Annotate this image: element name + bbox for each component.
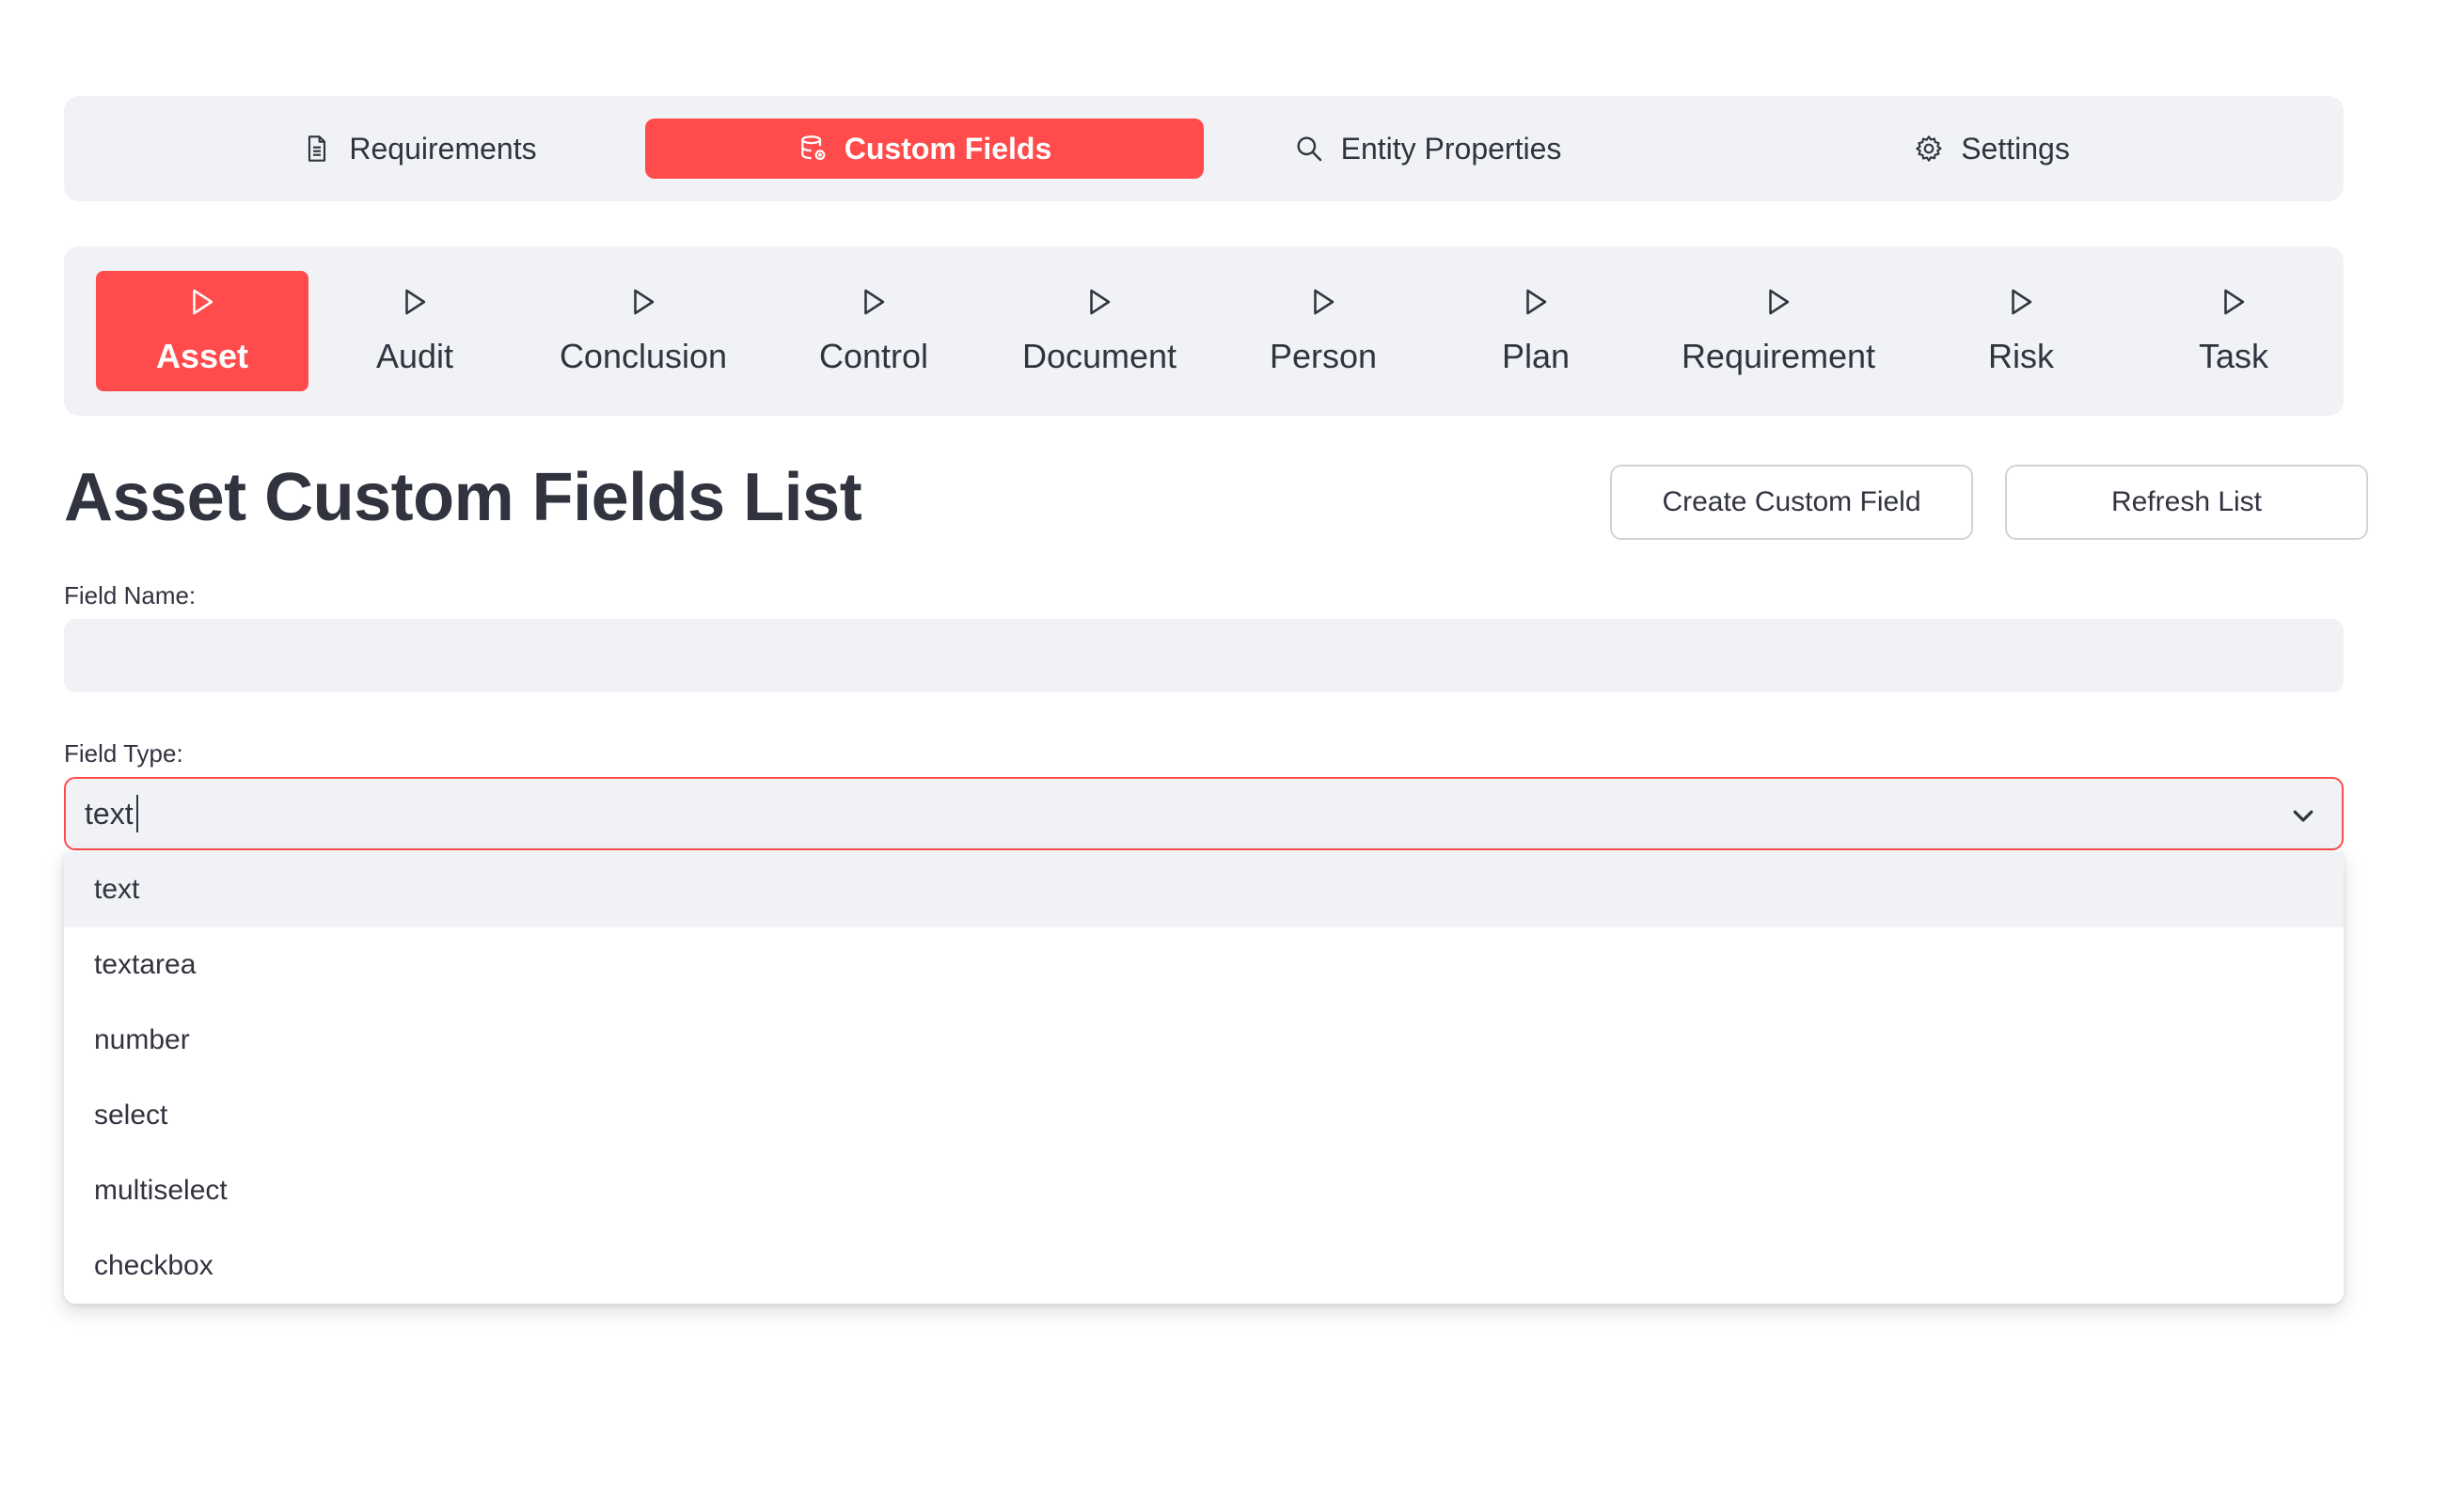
document-icon: [308, 135, 326, 162]
play-outline-icon: [864, 289, 885, 315]
play-outline-icon: [2012, 289, 2032, 315]
search-icon: [1297, 136, 1321, 162]
top-nav-custom-fields-label: Custom Fields: [844, 131, 1052, 166]
top-nav-entity-properties-label: Entity Properties: [1340, 131, 1562, 166]
text-caret: [135, 795, 138, 832]
entity-tab-label: Task: [2198, 337, 2269, 375]
entity-tab-asset[interactable]: Asset: [96, 271, 308, 391]
play-outline-icon: [2224, 289, 2245, 315]
option-number[interactable]: number: [64, 1003, 2344, 1078]
gear-icon: [1916, 135, 1942, 162]
play-outline-icon: [1769, 289, 1790, 315]
entity-tab-document[interactable]: Document: [982, 271, 1217, 391]
entity-tab-task[interactable]: Task: [2127, 271, 2340, 391]
field-type-select[interactable]: text: [64, 777, 2344, 850]
entity-tab-label: Document: [1021, 337, 1177, 375]
top-nav-entity-properties[interactable]: Entity Properties: [1230, 119, 1625, 179]
entity-tab-conclusion[interactable]: Conclusion: [521, 271, 766, 391]
play-outline-icon: [405, 289, 426, 315]
refresh-list-button[interactable]: Refresh List: [2005, 465, 2368, 540]
entity-tab-label: Requirement: [1681, 337, 1876, 375]
option-text[interactable]: text: [64, 852, 2344, 927]
entity-nav: Asset Audit Conclusion Control Document …: [64, 246, 2344, 416]
entity-tab-person[interactable]: Person: [1217, 271, 1429, 391]
chevron-down-icon[interactable]: [2289, 801, 2317, 830]
entity-tab-requirement[interactable]: Requirement: [1642, 271, 1915, 391]
field-type-value: text: [85, 796, 134, 831]
field-name-input[interactable]: [64, 619, 2344, 692]
field-name-label: Field Name:: [64, 581, 197, 609]
entity-tab-label: Asset: [155, 337, 249, 375]
database-icon: [800, 135, 826, 161]
top-nav: Requirements Custom Fields Entity Proper…: [64, 96, 2344, 201]
option-select[interactable]: select: [64, 1078, 2344, 1153]
entity-tab-label: Control: [818, 337, 929, 375]
entity-tab-label: Risk: [1988, 337, 2054, 375]
entity-tab-label: Person: [1269, 337, 1378, 375]
entity-tab-label: Audit: [375, 337, 454, 375]
play-outline-icon: [193, 289, 213, 315]
option-textarea[interactable]: textarea: [64, 927, 2344, 1003]
entity-tab-audit[interactable]: Audit: [308, 271, 521, 391]
top-nav-settings-label: Settings: [1961, 131, 2070, 166]
field-type-label: Field Type:: [64, 739, 183, 768]
option-checkbox[interactable]: checkbox: [64, 1228, 2344, 1304]
option-multiselect[interactable]: multiselect: [64, 1153, 2344, 1228]
entity-tab-label: Plan: [1501, 337, 1571, 375]
entity-tab-label: Conclusion: [559, 337, 728, 375]
play-outline-icon: [1314, 289, 1335, 315]
top-nav-settings[interactable]: Settings: [1794, 119, 2189, 179]
play-outline-icon: [634, 289, 655, 315]
play-outline-icon: [1526, 289, 1547, 315]
play-outline-icon: [1090, 289, 1111, 315]
page-title: Asset Custom Fields List: [64, 460, 862, 535]
top-nav-custom-fields[interactable]: Custom Fields: [645, 119, 1204, 179]
entity-tab-plan[interactable]: Plan: [1429, 271, 1642, 391]
top-nav-requirements-label: Requirements: [349, 131, 537, 166]
entity-tab-risk[interactable]: Risk: [1915, 271, 2127, 391]
top-nav-requirements[interactable]: Requirements: [222, 119, 617, 179]
entity-tab-control[interactable]: Control: [766, 271, 982, 391]
create-custom-field-button[interactable]: Create Custom Field: [1610, 465, 1973, 540]
field-type-dropdown: text textarea number select multiselect …: [64, 852, 2344, 1304]
